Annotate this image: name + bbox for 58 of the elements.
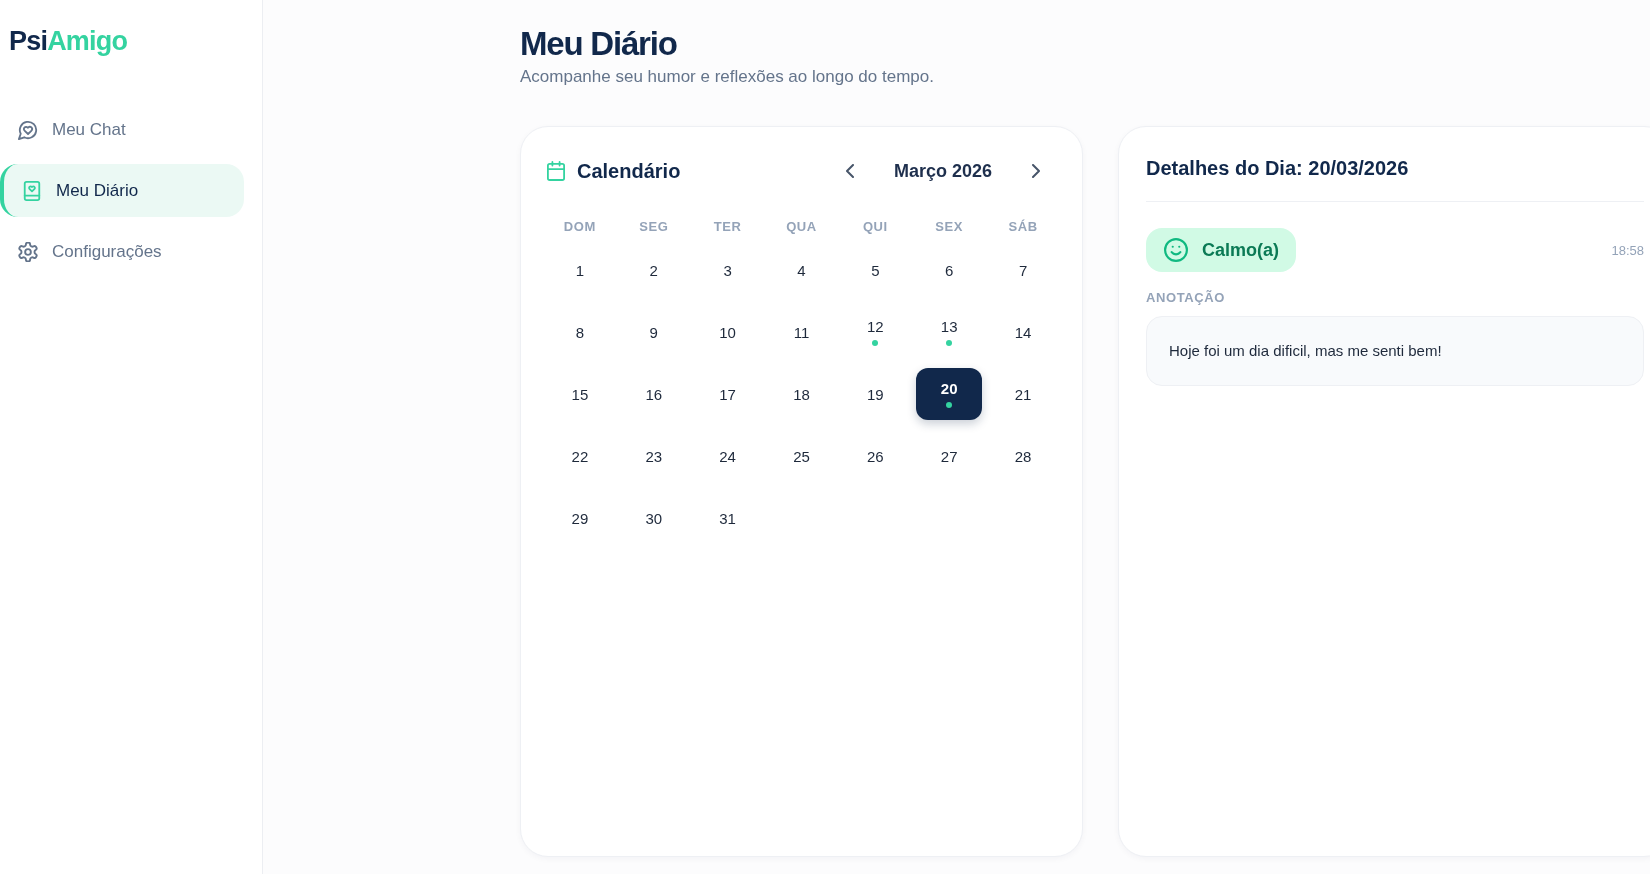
weekday-label: SÁB <box>1008 219 1038 235</box>
calendar-day[interactable]: 8 <box>547 306 613 358</box>
calendar-day[interactable]: 13 <box>916 306 983 358</box>
chevron-left-icon <box>846 164 854 178</box>
page-title: Meu Diário <box>520 26 678 62</box>
calendar-day[interactable]: 7 <box>990 244 1056 296</box>
calendar-day[interactable]: 15 <box>547 368 613 420</box>
logo: PsiAmigo <box>9 26 128 56</box>
mood-label: Calmo(a) <box>1202 239 1279 261</box>
calendar-day[interactable]: 9 <box>620 306 687 358</box>
calendar-day[interactable]: 19 <box>842 368 909 420</box>
weekday-label: DOM <box>563 219 596 235</box>
calendar-day[interactable]: 5 <box>842 244 909 296</box>
calendar-day[interactable]: 16 <box>620 368 687 420</box>
page-subtitle: Acompanhe seu humor e reflexões ao longo do tempo. <box>520 66 935 88</box>
calendar-day[interactable]: 31 <box>694 492 761 544</box>
calendar-title: Calendário <box>577 159 681 183</box>
month-label: Março 2026 <box>892 160 994 182</box>
calendar-day[interactable]: 14 <box>990 306 1056 358</box>
calendar-day[interactable]: 29 <box>547 492 613 544</box>
heart-chat-icon <box>18 119 38 140</box>
calendar-day[interactable]: 27 <box>916 430 983 482</box>
weekday-label: SEX <box>935 219 964 235</box>
nav-item[interactable]: Meu Chat <box>0 103 244 156</box>
weekday-label: QUA <box>786 219 817 235</box>
calendar-day[interactable]: 30 <box>620 492 687 544</box>
chevron-right-icon <box>1032 164 1040 178</box>
calendar-day[interactable]: 18 <box>768 368 835 420</box>
nav-item[interactable]: Configurações <box>0 225 244 278</box>
entry-time: 18:58 <box>1611 242 1644 258</box>
calendar-day[interactable]: 1 <box>547 244 613 296</box>
calendar-day[interactable]: 23 <box>620 430 687 482</box>
calendar-day[interactable]: 26 <box>842 430 909 482</box>
calendar-day[interactable]: 25 <box>768 430 835 482</box>
weekday-label: QUI <box>862 219 888 235</box>
calendar-day[interactable]: 4 <box>768 244 835 296</box>
details-title: Detalhes do Dia: 20/03/2026 <box>1146 156 1410 181</box>
smiley-icon <box>1164 238 1188 262</box>
calendar-day[interactable]: 10 <box>694 306 761 358</box>
calendar-day[interactable]: 2 <box>620 244 687 296</box>
heart-book-icon <box>22 180 42 201</box>
note-text: Hoje foi um dia dificil, mas me senti bem! <box>1169 341 1443 361</box>
calendar-day[interactable]: 17 <box>694 368 761 420</box>
weekday-label: SEG <box>639 219 669 235</box>
calendar-day[interactable]: 24 <box>694 430 761 482</box>
calendar-day[interactable]: 22 <box>547 430 613 482</box>
calendar-icon <box>547 161 565 181</box>
calendar-day[interactable]: 21 <box>990 368 1056 420</box>
calendar-day[interactable]: 20 <box>916 368 983 420</box>
calendar-day[interactable]: 11 <box>768 306 835 358</box>
calendar-day[interactable]: 12 <box>842 306 909 358</box>
settings-icon <box>18 241 38 262</box>
calendar-day[interactable]: 6 <box>916 244 983 296</box>
calendar-day[interactable]: 28 <box>990 430 1056 482</box>
calendar-day[interactable]: 3 <box>694 244 761 296</box>
nav-item[interactable]: Meu Diário <box>0 164 244 217</box>
note-heading: ANOTAÇÃO <box>1146 290 1225 305</box>
weekday-label: TER <box>713 219 742 235</box>
